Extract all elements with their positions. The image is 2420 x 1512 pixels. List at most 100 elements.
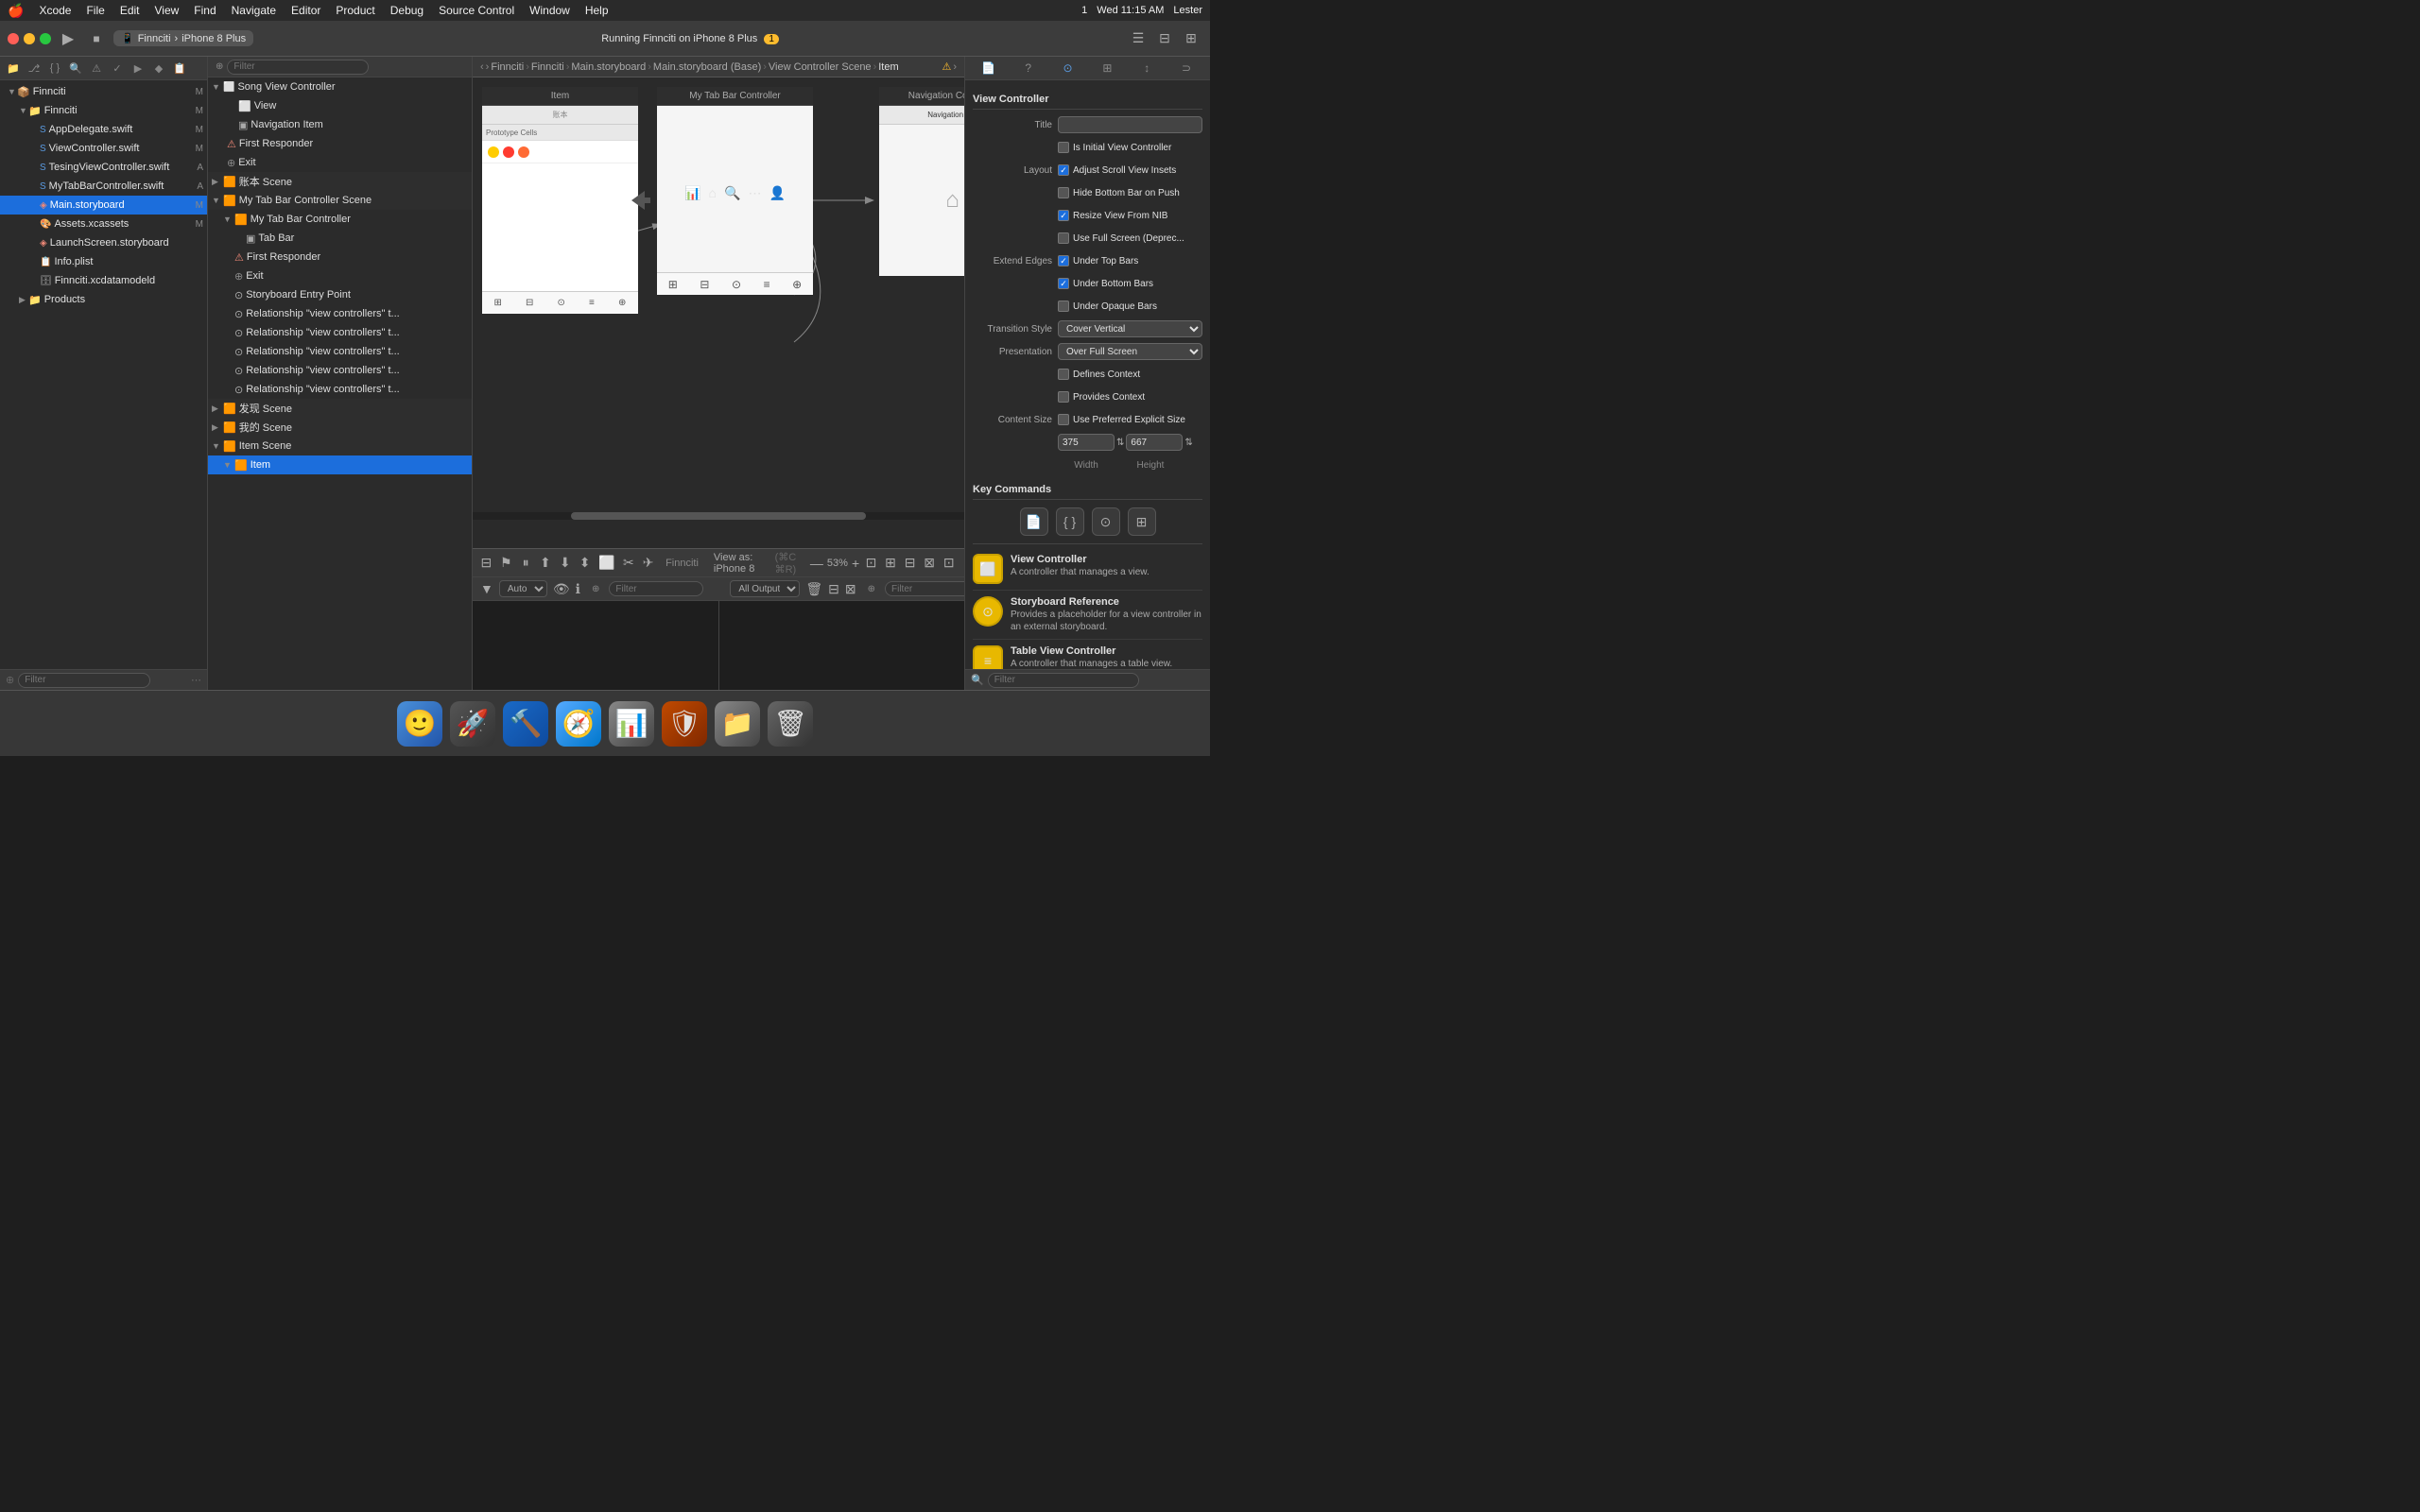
is-initial-checkbox[interactable] [1058,142,1069,153]
outline-mytabbar-ctrl[interactable]: ▼ 🟧 My Tab Bar Controller [208,210,472,229]
bc-nav-next[interactable]: › [486,61,490,73]
nav-item-tesingvc[interactable]: S TesingViewController.swift A [0,158,207,177]
resize-btn[interactable]: ⬍ [579,552,591,575]
nav-tab-breakpoints[interactable]: ◆ [149,59,168,77]
embed-btn[interactable]: ⬜ [598,552,614,575]
zoom-fit-btn[interactable]: ⊠ [922,552,938,575]
key-cmd-doc[interactable]: 📄 [1020,507,1048,536]
dock-finder[interactable]: 🙂 [397,701,442,747]
outline-rel5[interactable]: ⊙ Relationship "view controllers" t... [208,380,472,399]
scheme-selector[interactable]: 📱 Finnciti › iPhone 8 Plus [113,30,253,46]
debug-trash-btn[interactable]: 🗑 [805,577,822,600]
debug-hide-btn[interactable]: ▼ [480,577,493,600]
menu-edit[interactable]: Edit [120,4,140,17]
menu-product[interactable]: Product [336,4,374,17]
bc-nav-right[interactable]: › [953,61,957,73]
pause-btn[interactable]: ⏸ [520,552,532,575]
tab-connections[interactable]: ⊃ [1175,59,1198,77]
navigator-toggle[interactable]: ☰ [1127,27,1150,50]
nav-item-viewcontroller[interactable]: S ViewController.swift M [0,139,207,158]
nav-tab-git[interactable]: ⎇ [25,59,43,77]
inspector-search-input[interactable] [988,673,1139,688]
debug-info-btn[interactable]: ℹ [576,577,580,600]
outline-scene-item[interactable]: ▼ 🟧 Item Scene [208,437,472,455]
run-button[interactable]: ▶ [57,27,79,50]
outline-rel1[interactable]: ⊙ Relationship "view controllers" t... [208,304,472,323]
align-up-btn[interactable]: ⬆ [539,552,551,575]
nav-filter-input[interactable] [18,673,150,688]
bc-finnciti1[interactable]: Finnciti [491,61,524,73]
under-bottom-checkbox[interactable] [1058,278,1069,289]
outline-scene-tabbar[interactable]: ▼ 🟧 My Tab Bar Controller Scene [208,191,472,210]
menu-editor[interactable]: Editor [291,4,320,17]
flag-btn[interactable]: ⚑ [500,552,512,575]
nav-item-infoplist[interactable]: 📋 Info.plist [0,252,207,271]
menu-help[interactable]: Help [585,4,609,17]
outline-scene-faxian[interactable]: ▶ 🟧 发现 Scene [208,399,472,418]
close-button[interactable] [8,33,19,44]
menu-find[interactable]: Find [194,4,216,17]
debug-split-btn[interactable]: ⊟ [828,577,839,600]
zoom-in-btn[interactable]: + [852,556,859,571]
zoom-options-btn[interactable]: ⊟ [902,552,918,575]
dock-canister[interactable]: 🛡 [662,701,707,747]
nav-tab-issues[interactable]: ⚠ [87,59,106,77]
debug-filter-left[interactable] [609,581,703,596]
auto-select[interactable]: Auto [499,580,547,597]
tab-size[interactable]: ↕ [1135,59,1158,77]
height-input[interactable] [1126,434,1183,451]
bc-mainstoryboard[interactable]: Main.storyboard [571,61,646,73]
dock-instruments[interactable]: 📊 [609,701,654,747]
outline-navitem[interactable]: ▣ Navigation Item [208,115,472,134]
menu-debug[interactable]: Debug [390,4,424,17]
hide-bottom-checkbox[interactable] [1058,187,1069,198]
width-input[interactable] [1058,434,1115,451]
resolve-btn[interactable]: ✈ [642,552,654,575]
outline-firstresponder[interactable]: ⚠ First Responder [208,134,472,153]
stop-button[interactable]: ■ [85,27,108,50]
dock-safari[interactable]: 🧭 [556,701,601,747]
menu-navigate[interactable]: Navigate [232,4,276,17]
storyboard-canvas[interactable]: Navigation Controller Navigation Bar ⌂ [473,77,964,548]
tab-quick-help[interactable]: ? [1017,59,1040,77]
outline-exit[interactable]: ⊕ Exit [208,153,472,172]
minimize-button[interactable] [24,33,35,44]
nav-tab-files[interactable]: 📁 [4,59,23,77]
output-select[interactable]: All Output [730,580,800,597]
nav-item-assets[interactable]: 🎨 Assets.xcassets M [0,215,207,233]
apple-menu[interactable]: 🍎 [8,3,24,19]
outline-item[interactable]: ▼ 🟧 Item [208,455,472,474]
under-opaque-checkbox[interactable] [1058,301,1069,312]
zoom-all-btn[interactable]: ⊡ [941,552,957,575]
maximize-button[interactable] [40,33,51,44]
key-cmd-code[interactable]: { } [1056,507,1084,536]
presentation-select[interactable]: Over Full Screen [1058,343,1202,360]
menu-window[interactable]: Window [529,4,570,17]
outline-song-vc[interactable]: ▼ ⬜ Song View Controller [208,77,472,96]
dock-filevault[interactable]: 📁 [715,701,760,747]
nav-tab-reports[interactable]: 📋 [170,59,189,77]
more-zoom-btn[interactable]: ⊞ [883,552,899,575]
constraints-btn[interactable]: ✂ [622,552,634,575]
outline-entry-point[interactable]: ⊙ Storyboard Entry Point [208,285,472,304]
h-scrollbar[interactable] [473,512,964,520]
bc-mainstoryboard-base[interactable]: Main.storyboard (Base) [653,61,761,73]
nav-item-products[interactable]: ▶ 📁 Products [0,290,207,309]
nav-tab-debug[interactable]: ▶ [129,59,147,77]
bc-finnciti2[interactable]: Finnciti [531,61,564,73]
nav-item-finnciti-root[interactable]: ▼ 📦 Finnciti M [0,82,207,101]
nav-item-datamodel[interactable]: 🗄 Finnciti.xcdatamodeld [0,271,207,290]
defines-context-checkbox[interactable] [1058,369,1069,380]
nav-tab-find[interactable]: 🔍 [66,59,85,77]
outline-rel3[interactable]: ⊙ Relationship "view controllers" t... [208,342,472,361]
outline-scene-wode[interactable]: ▶ 🟧 我的 Scene [208,418,472,437]
dock-rocket[interactable]: 🚀 [450,701,495,747]
debug-eye-btn[interactable]: 👁 [553,577,570,600]
dock-xcode[interactable]: 🔨 [503,701,548,747]
menu-file[interactable]: File [86,4,104,17]
adjust-scroll-checkbox[interactable] [1058,164,1069,176]
under-top-checkbox[interactable] [1058,255,1069,266]
fit-scene-btn[interactable]: ⊡ [863,552,879,575]
key-cmd-circle[interactable]: ⊙ [1092,507,1120,536]
align-down-btn[interactable]: ⬇ [559,552,571,575]
